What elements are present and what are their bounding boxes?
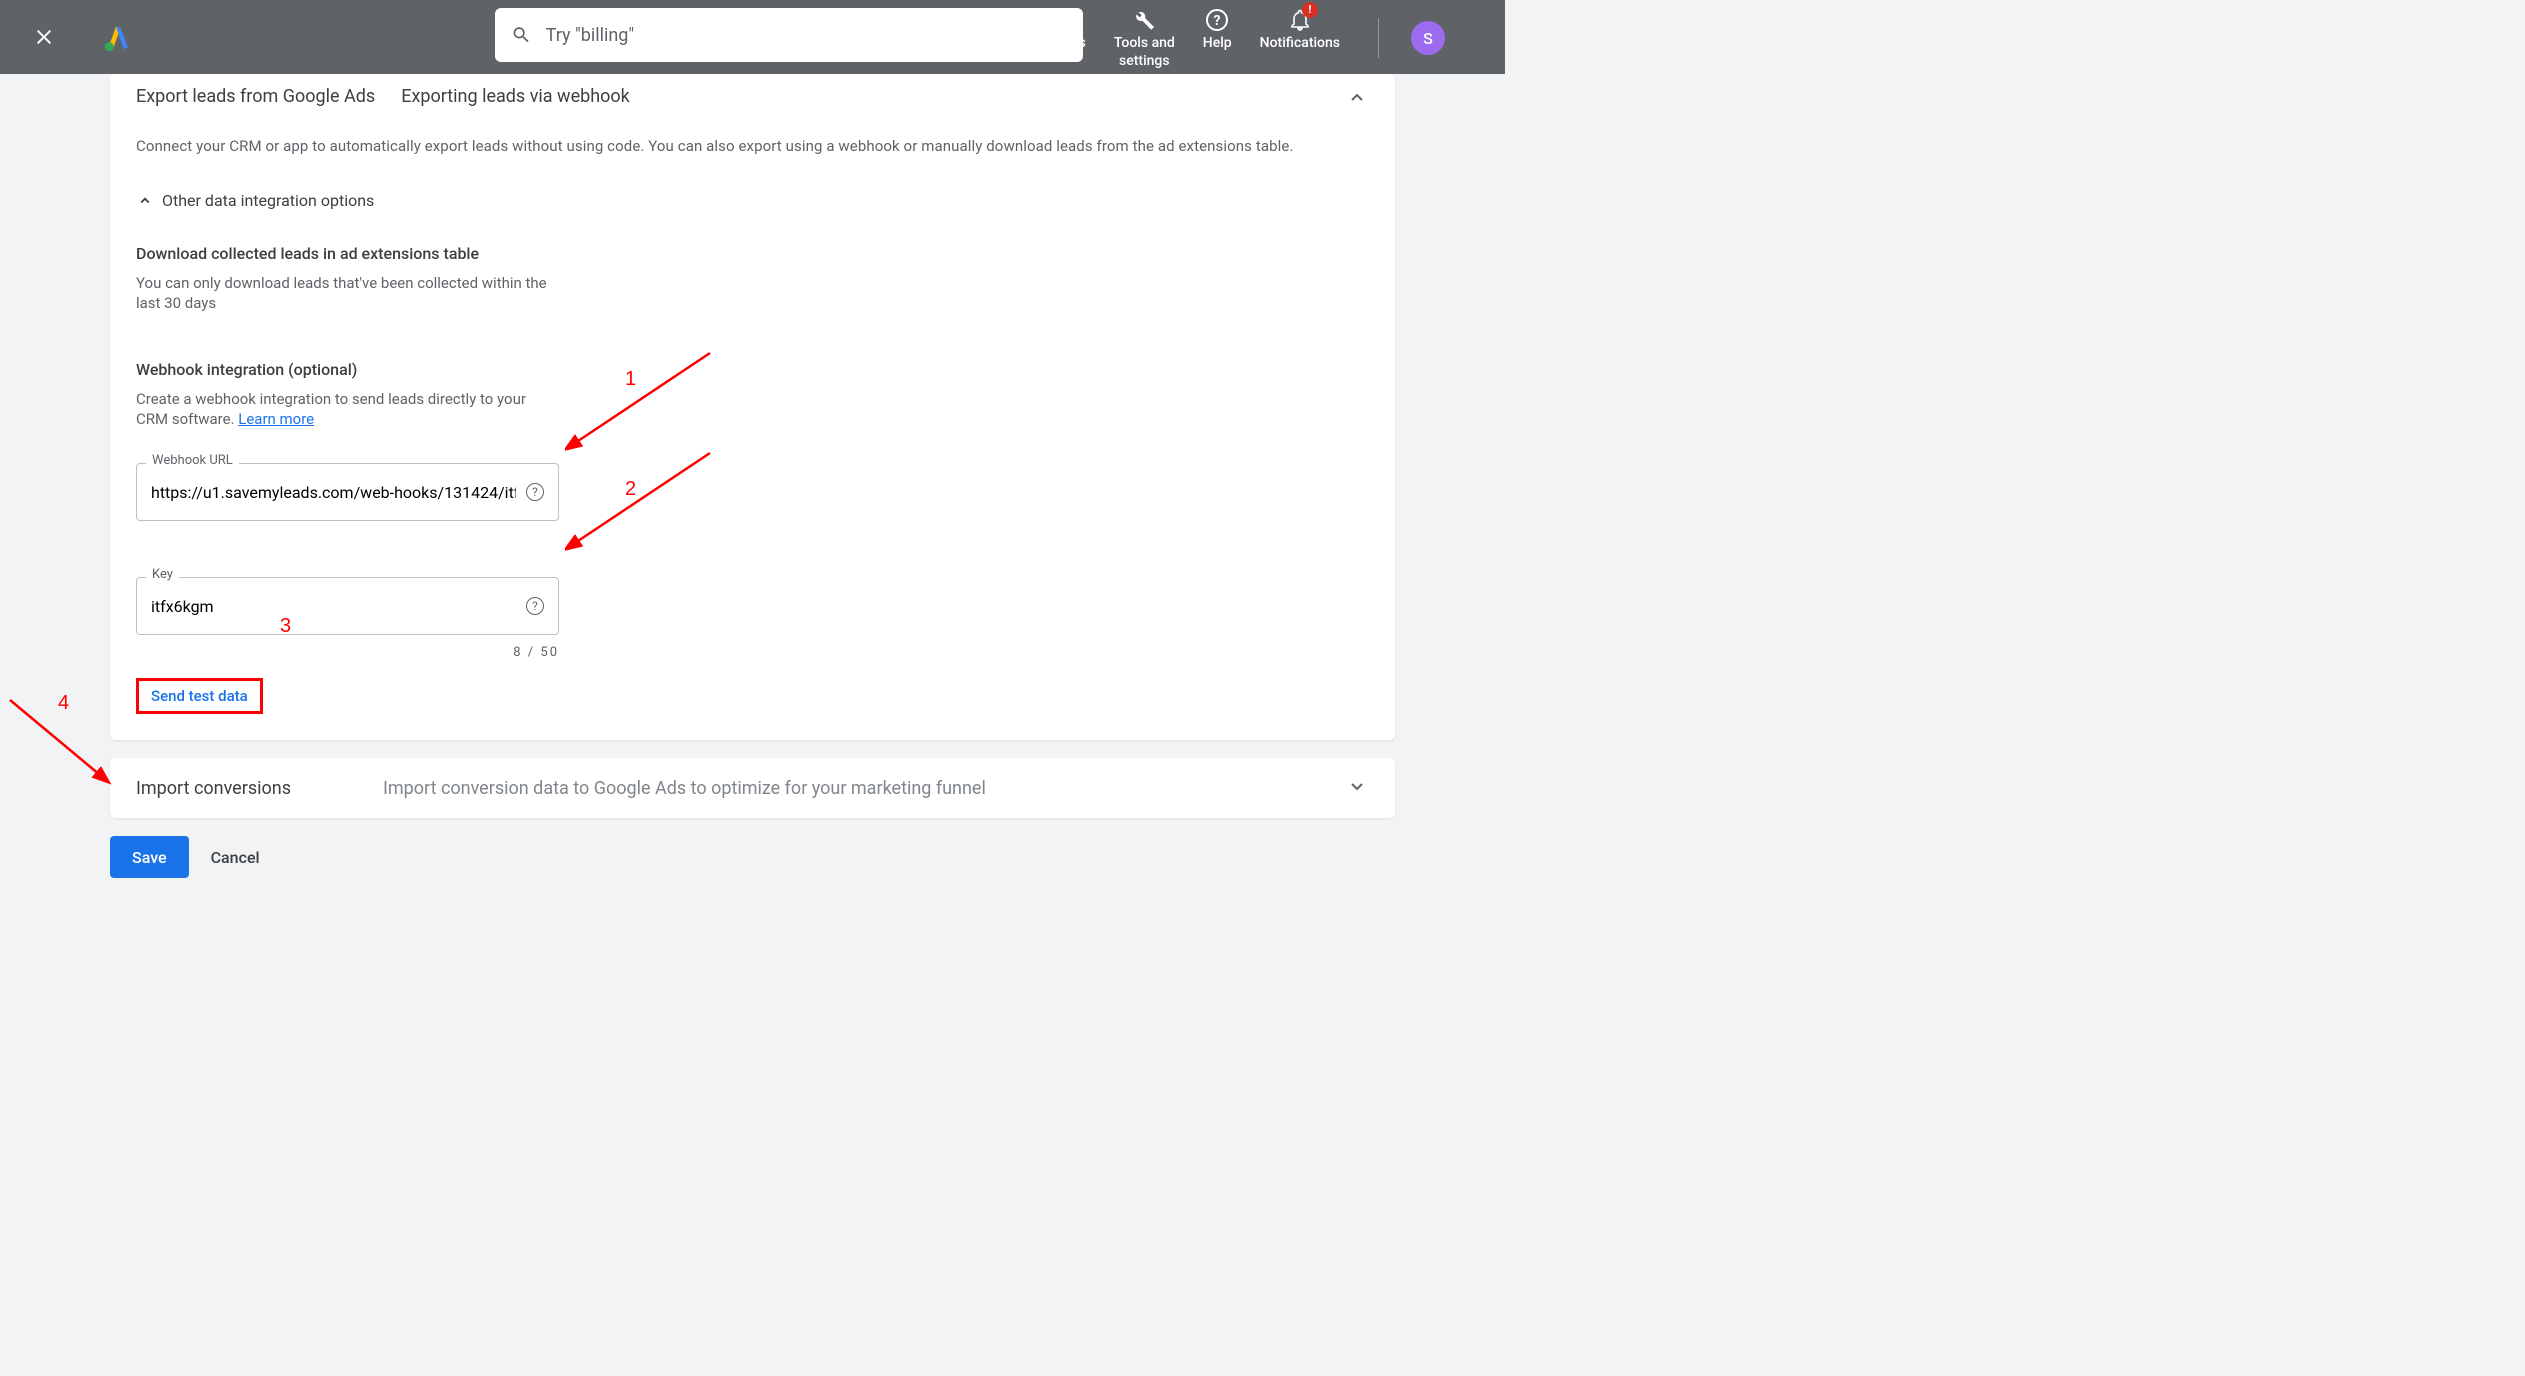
google-ads-logo bbox=[98, 19, 134, 55]
top-nav: Reports Tools and settings ? Help ! Noti… bbox=[1037, 6, 1445, 70]
nav-reports[interactable]: Reports bbox=[1037, 6, 1086, 52]
chevron-down-icon bbox=[1345, 774, 1369, 798]
send-test-data-button[interactable]: Send test data bbox=[136, 678, 263, 714]
close-button[interactable] bbox=[20, 13, 68, 61]
nav-tools[interactable]: Tools and settings bbox=[1114, 6, 1175, 70]
nav-notifications[interactable]: ! Notifications bbox=[1260, 6, 1340, 52]
key-char-count: 8 / 50 bbox=[136, 645, 559, 660]
other-options-label: Other data integration options bbox=[162, 191, 374, 210]
top-bar: Reports Tools and settings ? Help ! Noti… bbox=[0, 0, 1505, 74]
learn-more-link[interactable]: Learn more bbox=[238, 410, 314, 428]
avatar[interactable]: S bbox=[1411, 21, 1445, 55]
save-button[interactable]: Save bbox=[110, 836, 189, 878]
nav-help[interactable]: ? Help bbox=[1203, 6, 1232, 52]
webhook-desc-text: Create a webhook integration to send lea… bbox=[136, 390, 526, 428]
webhook-key-label: Key bbox=[146, 567, 179, 582]
panel-title: Export leads from Google Ads bbox=[136, 86, 375, 107]
help-icon[interactable]: ? bbox=[526, 597, 544, 615]
export-leads-panel: Export leads from Google Ads Exporting l… bbox=[110, 74, 1395, 740]
webhook-key-field: Key ? bbox=[136, 577, 559, 635]
import-conversions-panel[interactable]: Import conversions Import conversion dat… bbox=[110, 758, 1395, 818]
webhook-key-input[interactable] bbox=[151, 597, 516, 616]
other-options-toggle[interactable]: Other data integration options bbox=[136, 191, 1369, 210]
webhook-url-input[interactable] bbox=[151, 483, 516, 502]
webhook-url-label: Webhook URL bbox=[146, 453, 239, 468]
annotation-arrow-4 bbox=[5, 695, 115, 795]
svg-text:?: ? bbox=[1214, 13, 1221, 29]
nav-help-label: Help bbox=[1203, 34, 1232, 52]
panel-description: Connect your CRM or app to automatically… bbox=[136, 137, 1369, 155]
import-desc: Import conversion data to Google Ads to … bbox=[383, 778, 986, 799]
reports-icon bbox=[1049, 8, 1073, 32]
import-title: Import conversions bbox=[136, 778, 291, 799]
annotation-4: 4 bbox=[58, 692, 69, 715]
expand-import-button bbox=[1345, 774, 1369, 802]
webhook-desc: Create a webhook integration to send lea… bbox=[136, 389, 556, 430]
collapse-panel-button[interactable] bbox=[1345, 86, 1369, 114]
help-icon: ? bbox=[1205, 8, 1229, 32]
cancel-button[interactable]: Cancel bbox=[211, 848, 260, 867]
chevron-up-icon bbox=[1345, 86, 1369, 110]
download-desc: You can only download leads that've been… bbox=[136, 273, 556, 314]
action-row: Save Cancel bbox=[110, 836, 1395, 878]
wrench-icon bbox=[1132, 8, 1156, 32]
content-wrap: Export leads from Google Ads Exporting l… bbox=[110, 74, 1395, 878]
nav-notifications-label: Notifications bbox=[1260, 34, 1340, 52]
search-icon bbox=[511, 24, 532, 46]
search-box[interactable] bbox=[495, 8, 1083, 62]
panel-subtitle: Exporting leads via webhook bbox=[401, 86, 630, 107]
search-input[interactable] bbox=[546, 25, 1067, 46]
alert-badge: ! bbox=[1302, 2, 1318, 18]
chevron-up-icon bbox=[136, 192, 154, 210]
webhook-url-field: Webhook URL ? bbox=[136, 463, 559, 521]
webhook-title: Webhook integration (optional) bbox=[136, 360, 1369, 379]
help-icon[interactable]: ? bbox=[526, 483, 544, 501]
nav-reports-label: Reports bbox=[1037, 34, 1086, 52]
search-wrap bbox=[495, 8, 1083, 62]
close-icon bbox=[32, 25, 56, 49]
download-title: Download collected leads in ad extension… bbox=[136, 244, 1369, 263]
nav-tools-label: Tools and settings bbox=[1114, 34, 1175, 70]
nav-divider bbox=[1378, 18, 1379, 58]
